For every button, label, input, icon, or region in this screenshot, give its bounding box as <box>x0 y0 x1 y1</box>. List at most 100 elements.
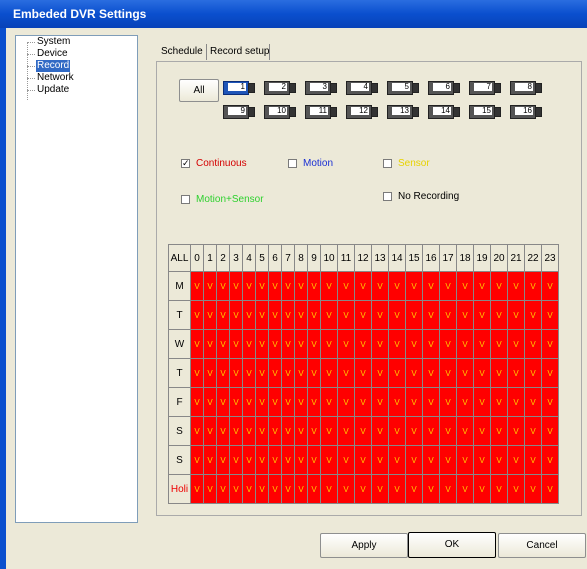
hour-header[interactable]: 7 <box>281 244 295 272</box>
schedule-cell[interactable]: V <box>371 416 389 446</box>
schedule-cell[interactable]: V <box>388 445 406 475</box>
camera-16-button[interactable]: 16 <box>510 104 542 120</box>
schedule-cell[interactable]: V <box>229 329 243 359</box>
cancel-button[interactable]: Cancel <box>498 533 586 558</box>
schedule-cell[interactable]: V <box>307 358 321 388</box>
schedule-cell[interactable]: V <box>190 300 204 330</box>
hour-header[interactable]: 0 <box>190 244 204 272</box>
schedule-cell[interactable]: V <box>439 358 457 388</box>
schedule-cell[interactable]: V <box>203 445 217 475</box>
camera-13-button[interactable]: 13 <box>387 104 419 120</box>
schedule-cell[interactable]: V <box>294 329 308 359</box>
schedule-cell[interactable]: V <box>388 271 406 301</box>
schedule-cell[interactable]: V <box>354 271 372 301</box>
schedule-cell[interactable]: V <box>422 271 440 301</box>
schedule-cell[interactable]: V <box>371 358 389 388</box>
camera-14-button[interactable]: 14 <box>428 104 460 120</box>
day-header[interactable]: T <box>168 358 191 388</box>
schedule-cell[interactable]: V <box>281 300 295 330</box>
schedule-cell[interactable]: V <box>439 445 457 475</box>
schedule-cell[interactable]: V <box>320 445 338 475</box>
schedule-cell[interactable]: V <box>242 445 256 475</box>
schedule-cell[interactable]: V <box>354 300 372 330</box>
schedule-cell[interactable]: V <box>388 474 406 504</box>
schedule-cell[interactable]: V <box>422 358 440 388</box>
schedule-cell[interactable]: V <box>216 387 230 417</box>
hour-header[interactable]: 16 <box>422 244 440 272</box>
schedule-cell[interactable]: V <box>541 474 559 504</box>
schedule-cell[interactable]: V <box>473 358 491 388</box>
schedule-cell[interactable]: V <box>242 300 256 330</box>
hour-header[interactable]: 11 <box>337 244 355 272</box>
schedule-cell[interactable]: V <box>456 387 474 417</box>
schedule-cell[interactable]: V <box>507 474 525 504</box>
hour-header[interactable]: 6 <box>268 244 282 272</box>
schedule-cell[interactable]: V <box>422 300 440 330</box>
hour-header[interactable]: 21 <box>507 244 525 272</box>
schedule-cell[interactable]: V <box>320 474 338 504</box>
schedule-cell[interactable]: V <box>337 445 355 475</box>
schedule-cell[interactable]: V <box>320 300 338 330</box>
schedule-cell[interactable]: V <box>354 358 372 388</box>
schedule-cell[interactable]: V <box>203 300 217 330</box>
schedule-cell[interactable]: V <box>320 271 338 301</box>
schedule-cell[interactable]: V <box>490 416 508 446</box>
schedule-cell[interactable]: V <box>337 416 355 446</box>
schedule-cell[interactable]: V <box>294 358 308 388</box>
schedule-cell[interactable]: V <box>307 329 321 359</box>
schedule-cell[interactable]: V <box>354 474 372 504</box>
schedule-cell[interactable]: V <box>541 416 559 446</box>
hour-header[interactable]: 2 <box>216 244 230 272</box>
schedule-cell[interactable]: V <box>255 300 269 330</box>
schedule-cell[interactable]: V <box>473 329 491 359</box>
schedule-cell[interactable]: V <box>405 416 423 446</box>
schedule-cell[interactable]: V <box>216 416 230 446</box>
schedule-cell[interactable]: V <box>371 387 389 417</box>
hour-header[interactable]: 8 <box>294 244 308 272</box>
tree-item-system[interactable]: System <box>36 36 71 48</box>
hour-header[interactable]: 1 <box>203 244 217 272</box>
schedule-cell[interactable]: V <box>371 300 389 330</box>
schedule-cell[interactable]: V <box>473 387 491 417</box>
schedule-cell[interactable]: V <box>507 416 525 446</box>
schedule-cell[interactable]: V <box>507 300 525 330</box>
schedule-cell[interactable]: V <box>405 445 423 475</box>
camera-11-button[interactable]: 11 <box>305 104 337 120</box>
schedule-cell[interactable]: V <box>422 474 440 504</box>
day-header[interactable]: Holi <box>168 474 191 504</box>
schedule-cell[interactable]: V <box>190 474 204 504</box>
schedule-cell[interactable]: V <box>268 445 282 475</box>
schedule-cell[interactable]: V <box>337 387 355 417</box>
schedule-cell[interactable]: V <box>439 416 457 446</box>
day-header[interactable]: T <box>168 300 191 330</box>
schedule-cell[interactable]: V <box>190 416 204 446</box>
tab-record-setup[interactable]: Record setup <box>210 44 269 60</box>
schedule-cell[interactable]: V <box>490 358 508 388</box>
camera-10-button[interactable]: 10 <box>264 104 296 120</box>
hour-header[interactable]: 17 <box>439 244 457 272</box>
schedule-cell[interactable]: V <box>490 445 508 475</box>
schedule-cell[interactable]: V <box>388 300 406 330</box>
schedule-cell[interactable]: V <box>524 416 542 446</box>
day-header[interactable]: M <box>168 271 191 301</box>
camera-15-button[interactable]: 15 <box>469 104 501 120</box>
schedule-cell[interactable]: V <box>307 445 321 475</box>
hour-header[interactable]: 3 <box>229 244 243 272</box>
schedule-cell[interactable]: V <box>473 474 491 504</box>
schedule-cell[interactable]: V <box>541 358 559 388</box>
schedule-cell[interactable]: V <box>354 329 372 359</box>
day-header[interactable]: S <box>168 416 191 446</box>
schedule-cell[interactable]: V <box>320 329 338 359</box>
schedule-cell[interactable]: V <box>281 387 295 417</box>
schedule-cell[interactable]: V <box>268 358 282 388</box>
schedule-cell[interactable]: V <box>371 271 389 301</box>
hour-header[interactable]: 12 <box>354 244 372 272</box>
schedule-cell[interactable]: V <box>268 329 282 359</box>
schedule-cell[interactable]: V <box>439 474 457 504</box>
schedule-cell[interactable]: V <box>190 387 204 417</box>
schedule-cell[interactable]: V <box>190 358 204 388</box>
schedule-cell[interactable]: V <box>242 387 256 417</box>
schedule-cell[interactable]: V <box>216 474 230 504</box>
camera-4-button[interactable]: 4 <box>346 80 378 96</box>
schedule-cell[interactable]: V <box>388 329 406 359</box>
